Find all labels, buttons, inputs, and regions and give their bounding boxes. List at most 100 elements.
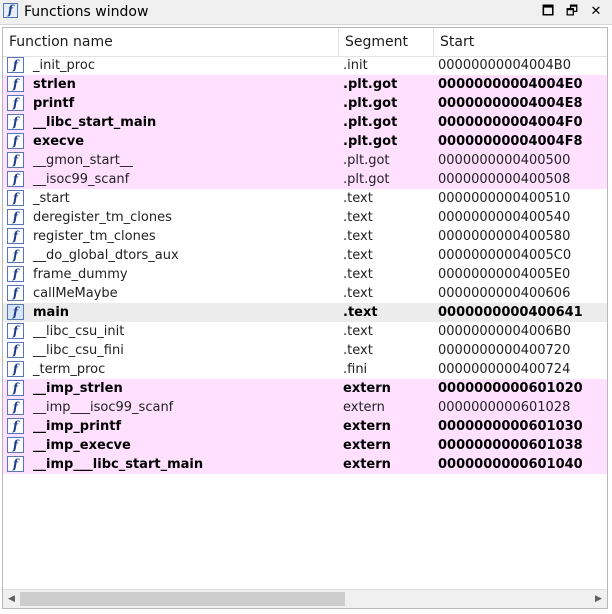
function-list: f _init_proc .init 00000000004004B0 f strlen.… xyxy=(3,56,607,474)
function-name-cell: deregister_tm_clones xyxy=(33,210,172,225)
table-row[interactable]: f __imp_strlen extern 0000000000601020 xyxy=(3,379,607,398)
segment-cell: .init xyxy=(343,58,368,73)
start-address-cell: 0000000000400540 xyxy=(438,210,571,225)
scroll-left-icon[interactable]: ◀ xyxy=(3,590,20,608)
start-address-cell: 0000000000400606 xyxy=(438,286,571,301)
function-name-cell: __imp_strlen xyxy=(33,381,123,396)
start-address-cell: 00000000004004E8 xyxy=(438,96,583,111)
horizontal-scrollbar[interactable]: ◀ ▶ xyxy=(3,589,607,608)
table-row[interactable]: f printf .plt.got 00000000004004E8 xyxy=(3,94,607,113)
segment-cell: .text xyxy=(343,286,373,301)
table-row[interactable]: f __libc_start_main .plt.got 00000000004004… xyxy=(3,113,607,132)
segment-cell: .text xyxy=(343,267,373,282)
function-icon: f xyxy=(7,209,24,225)
function-icon: f xyxy=(7,342,24,358)
table-header: Function name Segment Start xyxy=(3,28,607,57)
function-icon: f xyxy=(7,418,24,434)
functions-list-panel: Function name Segment Start f _init_proc.… xyxy=(2,27,608,609)
start-address-cell: 00000000004004F8 xyxy=(438,134,583,149)
function-icon: f xyxy=(7,76,24,92)
table-row[interactable]: f __do_global_dtors_aux .text 0000000000400… xyxy=(3,246,607,265)
scroll-right-icon[interactable]: ▶ xyxy=(590,590,607,608)
function-icon: f xyxy=(7,57,24,73)
start-address-cell: 0000000000400500 xyxy=(438,153,571,168)
function-icon: f xyxy=(7,247,24,263)
start-address-cell: 00000000004005C0 xyxy=(438,248,572,263)
column-header-function-name[interactable]: Function name xyxy=(3,28,339,56)
table-row[interactable]: f frame_dummy .text 00000000004005E0 xyxy=(3,265,607,284)
function-icon: f xyxy=(7,95,24,111)
table-row[interactable]: f __imp___isoc99_scanf extern 0000000000601… xyxy=(3,398,607,417)
segment-cell: extern xyxy=(343,457,391,472)
start-address-cell: 00000000004005E0 xyxy=(438,267,571,282)
start-address-cell: 00000000004004B0 xyxy=(438,58,571,73)
table-row[interactable]: f __libc_csu_init .text 00000000004006B0 xyxy=(3,322,607,341)
function-icon: f xyxy=(7,323,24,339)
segment-cell: .text xyxy=(343,210,373,225)
table-row[interactable]: f execve .plt.got 00000000004004F8 xyxy=(3,132,607,151)
segment-cell: .text xyxy=(343,343,373,358)
start-address-cell: 00000000004004F0 xyxy=(438,115,583,130)
function-name-cell: __imp_printf xyxy=(33,419,122,434)
function-icon: f xyxy=(7,190,24,206)
segment-cell: .plt.got xyxy=(343,115,398,130)
segment-cell: .plt.got xyxy=(343,134,398,149)
function-name-cell: execve xyxy=(33,134,85,149)
table-row[interactable]: f __imp_execve extern 0000000000601038 xyxy=(3,436,607,455)
start-address-cell: 0000000000400580 xyxy=(438,229,571,244)
function-icon: f xyxy=(7,133,24,149)
table-row[interactable]: f register_tm_clones .text 0000000000400580 xyxy=(3,227,607,246)
table-row[interactable]: f callMeMaybe .text 0000000000400606 xyxy=(3,284,607,303)
segment-cell: extern xyxy=(343,438,391,453)
segment-cell: .text xyxy=(343,324,373,339)
column-header-segment[interactable]: Segment xyxy=(339,28,434,56)
table-row[interactable]: f __gmon_start__ .plt.got 0000000000400500 xyxy=(3,151,607,170)
table-row[interactable]: f _init_proc .init 00000000004004B0 xyxy=(3,56,607,75)
table-row[interactable]: f __imp_printf extern 0000000000601030 xyxy=(3,417,607,436)
start-address-cell: 0000000000400508 xyxy=(438,172,571,187)
start-address-cell: 0000000000601038 xyxy=(438,438,583,453)
function-icon: f xyxy=(7,285,24,301)
table-row[interactable]: f __isoc99_scanf .plt.got 0000000000400508 xyxy=(3,170,607,189)
table-row[interactable]: f __libc_csu_fini .text 0000000000400720 xyxy=(3,341,607,360)
function-name-cell: __imp_execve xyxy=(33,438,131,453)
function-icon: f xyxy=(7,361,24,377)
window-title: Functions window xyxy=(24,4,149,20)
table-row[interactable]: f deregister_tm_clones .text 00000000004005… xyxy=(3,208,607,227)
column-header-start[interactable]: Start xyxy=(434,28,607,56)
segment-cell: extern xyxy=(343,381,391,396)
start-address-cell: 0000000000601040 xyxy=(438,457,583,472)
close-icon[interactable]: ✕ xyxy=(586,2,606,22)
start-address-cell: 0000000000601020 xyxy=(438,381,583,396)
segment-cell: .fini xyxy=(343,362,368,377)
table-row[interactable]: f _start .text 0000000000400510 xyxy=(3,189,607,208)
function-name-cell: __imp___libc_start_main xyxy=(33,457,204,472)
segment-cell: .plt.got xyxy=(343,96,398,111)
function-icon: f xyxy=(7,266,24,282)
function-window-icon: f xyxy=(3,3,18,18)
start-address-cell: 0000000000400510 xyxy=(438,191,571,206)
table-row[interactable]: f main .text 0000000000400641 xyxy=(3,303,607,322)
scrollbar-thumb[interactable] xyxy=(20,592,345,606)
function-name-cell: __do_global_dtors_aux xyxy=(33,248,179,263)
function-name-cell: __libc_start_main xyxy=(33,115,157,130)
restore-icon[interactable]: 🗗 xyxy=(562,2,582,22)
table-row[interactable]: f _term_proc .fini 0000000000400724 xyxy=(3,360,607,379)
start-address-cell: 00000000004004E0 xyxy=(438,77,583,92)
function-icon: f xyxy=(7,456,24,472)
function-icon: f xyxy=(7,228,24,244)
table-row[interactable]: f strlen .plt.got 00000000004004E0 xyxy=(3,75,607,94)
segment-cell: .text xyxy=(343,229,373,244)
segment-cell: extern xyxy=(343,419,391,434)
function-name-cell: strlen xyxy=(33,77,76,92)
function-icon: f xyxy=(7,114,24,130)
function-icon: f xyxy=(7,399,24,415)
segment-cell: .text xyxy=(343,191,373,206)
table-row[interactable]: f __imp___libc_start_main extern 0000000000… xyxy=(3,455,607,474)
function-name-cell: _term_proc xyxy=(33,362,106,377)
start-address-cell: 0000000000601030 xyxy=(438,419,583,434)
function-icon: f xyxy=(7,437,24,453)
minimize-icon[interactable]: 🗖 xyxy=(538,2,558,22)
function-name-cell: main xyxy=(33,305,70,320)
start-address-cell: 0000000000400720 xyxy=(438,343,571,358)
